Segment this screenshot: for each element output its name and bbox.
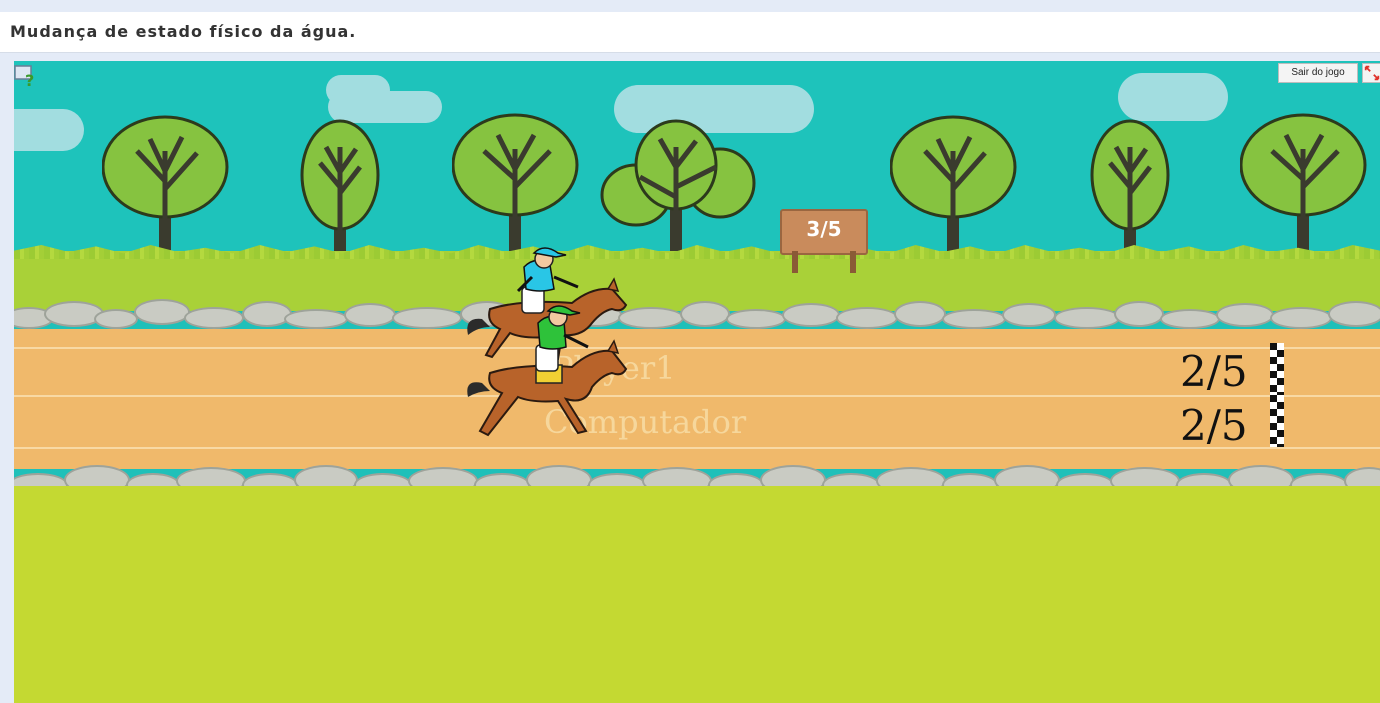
fullscreen-icon[interactable] [1362,63,1380,83]
stone [1054,307,1120,329]
grass-field [14,486,1380,703]
stone [726,309,786,329]
lane-line [14,447,1380,449]
tree [1090,119,1170,262]
stone [680,301,730,327]
title-bar: Mudança de estado físico da água. [0,12,1380,53]
stone [1328,301,1380,327]
cloud [14,109,84,151]
stone [1114,301,1164,327]
checkered-flag-icon [1270,343,1284,395]
stone [942,309,1006,329]
tree [452,113,579,261]
cloud [1118,73,1228,121]
stone [344,303,396,327]
stone [1160,309,1220,329]
stone [94,309,138,329]
tree [600,119,756,262]
round-sign: 3/5 [780,201,870,273]
stone [242,301,292,327]
sign-post [792,251,798,273]
game-canvas[interactable]: 3/5 Computador 2/5 2/5 ? Sair do jogo [14,61,1380,703]
stone [1002,303,1056,327]
player-score: 2/5 [1180,347,1248,396]
race-track [14,329,1380,469]
stone [284,309,348,329]
tree [890,115,1017,261]
stone [1216,303,1274,327]
stone [836,307,898,329]
tree [300,119,380,262]
stone [184,307,244,329]
lane-line [14,395,1380,397]
page-title: Mudança de estado físico da água. [10,22,357,41]
stone [1270,307,1332,329]
svg-text:?: ? [25,71,34,88]
help-icon[interactable]: ? [14,64,38,88]
stone [392,307,462,329]
round-counter: 3/5 [806,217,842,241]
stone [894,301,946,327]
upper-stone-wall [14,299,1380,329]
tree [102,115,229,261]
stone [782,303,840,327]
checkered-flag-icon [1270,395,1284,447]
computer-score: 2/5 [1180,401,1248,450]
stone [134,299,190,325]
horse-computer [467,305,628,437]
exit-game-button[interactable]: Sair do jogo [1278,63,1358,83]
lane-line [14,347,1380,349]
sign-post [850,251,856,273]
tree [1240,113,1367,261]
